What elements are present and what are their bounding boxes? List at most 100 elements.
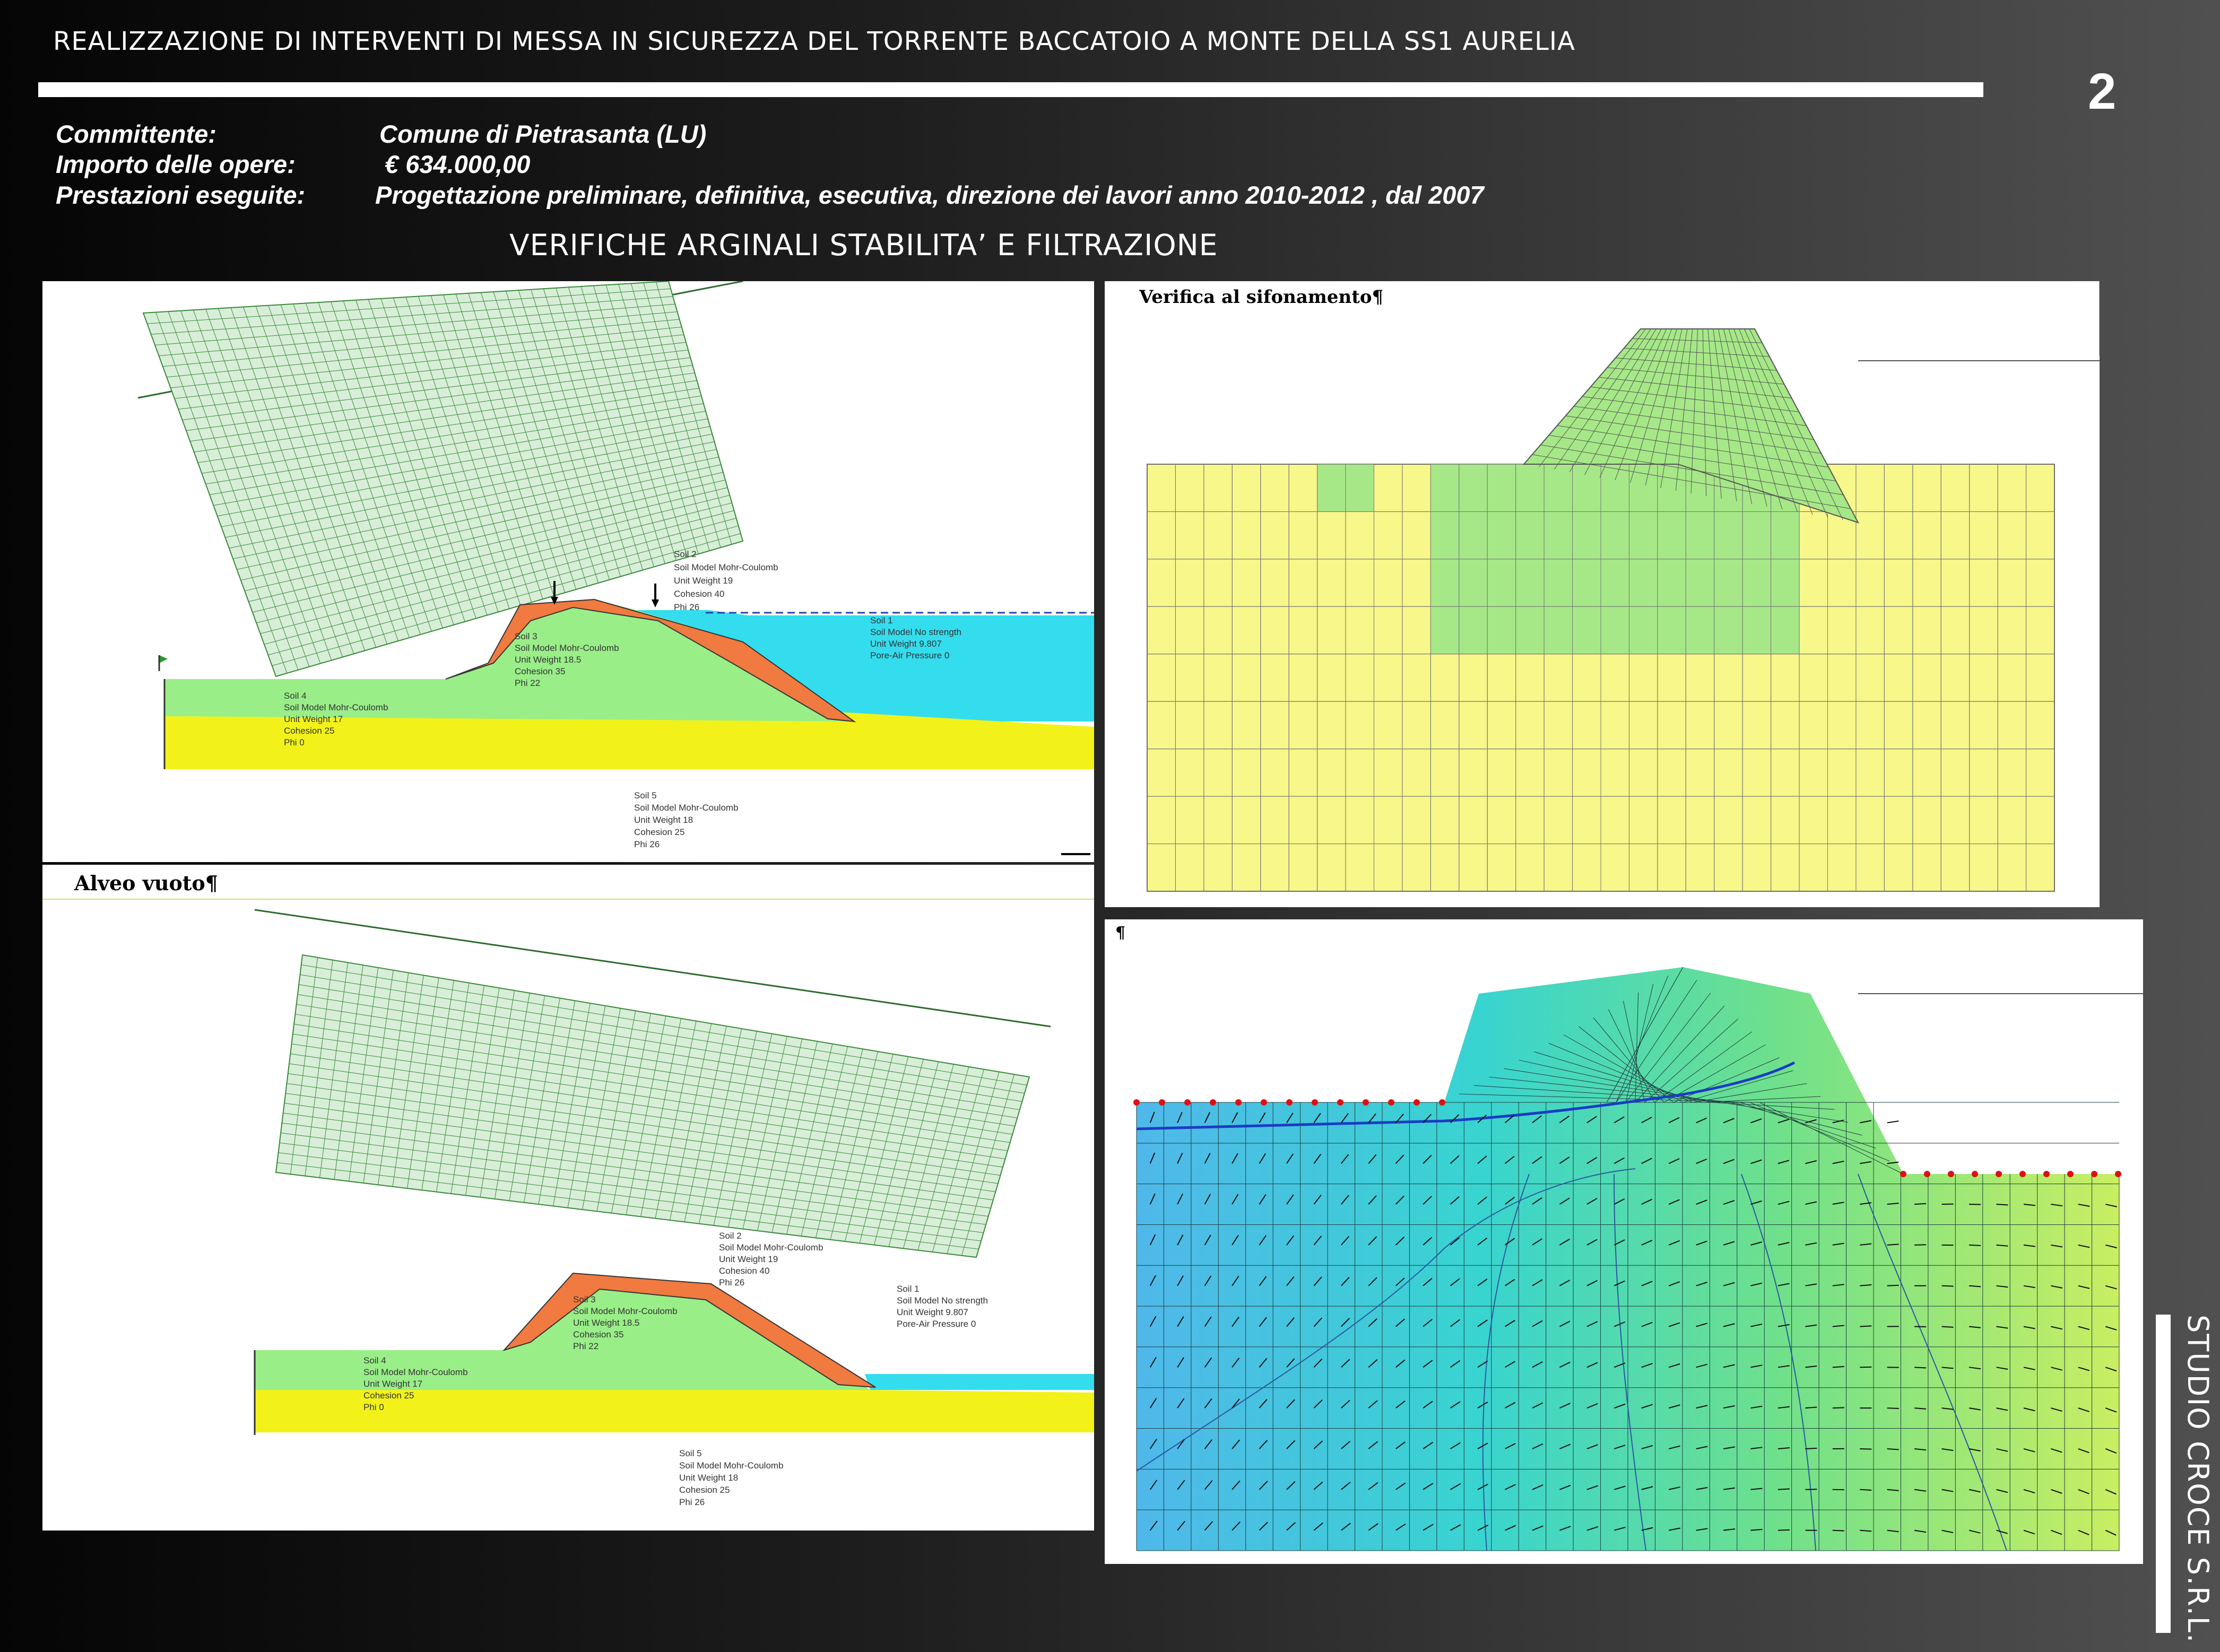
soil5-label-4: Cohesion 25 [634,827,684,837]
svg-text:Unit Weight 9.807: Unit Weight 9.807 [897,1307,968,1317]
soil4-label-1: Soil 4 [284,691,307,701]
soil2-label-2: Soil Model Mohr-Coulomb [674,562,778,572]
empty-soil2-label-5: Phi 26 [719,1277,744,1288]
svg-text:Unit Weight 19: Unit Weight 19 [674,576,733,586]
water-region-2 [865,1374,1094,1390]
svg-text:Soil Model Mohr-Coulomb: Soil Model Mohr-Coulomb [573,1306,678,1316]
empty-soil2-label-4: Cohesion 40 [719,1266,769,1276]
soil4-label-4: Cohesion 25 [284,726,334,736]
empty-soil4-label-5: Phi 0 [363,1402,384,1412]
empty-soil4-label-1: Soil 4 [363,1355,386,1366]
svg-text:Soil 2: Soil 2 [674,549,697,559]
svg-text:Soil 5: Soil 5 [634,790,657,801]
empty-soil5-label-3: Unit Weight 18 [679,1473,738,1483]
slip-surface-grid-2 [275,954,1030,1258]
svg-text:Unit Weight 18: Unit Weight 18 [634,815,693,825]
soil3-label-5: Phi 22 [515,678,540,688]
svg-text:Cohesion 25: Cohesion 25 [363,1390,414,1401]
soil5-label-5: Phi 26 [634,839,660,849]
svg-text:Soil Model Mohr-Coulomb: Soil Model Mohr-Coulomb [284,702,388,712]
soil3-label-3: Unit Weight 18.5 [515,655,581,665]
svg-text:Cohesion 35: Cohesion 35 [515,666,565,676]
document-title: REALIZZAZIONE DI INTERVENTI DI MESSA IN … [53,27,1575,56]
svg-text:Soil Model Mohr-Coulomb: Soil Model Mohr-Coulomb [515,643,619,653]
svg-text:Soil Model Mohr-Coulomb: Soil Model Mohr-Coulomb [634,803,739,813]
soil4-label-2: Soil Model Mohr-Coulomb [284,702,388,712]
empty-soil3-label-5: Phi 22 [573,1341,599,1351]
seepage-flow-figure [1133,967,2143,1551]
svg-text:Soil 4: Soil 4 [284,691,307,701]
empty-soil1-label-1: Soil 1 [897,1284,920,1294]
svg-text:Soil Model Mohr-Coulomb: Soil Model Mohr-Coulomb [674,562,778,572]
soil2-label-4: Cohesion 40 [674,589,724,599]
empty-soil2-label-1: Soil 2 [719,1231,742,1241]
svg-text:Soil 3: Soil 3 [573,1294,596,1305]
empty-soil5-label-2: Soil Model Mohr-Coulomb [679,1460,784,1471]
svg-text:Soil Model Mohr-Coulomb: Soil Model Mohr-Coulomb [363,1367,468,1377]
soil4-label-3: Unit Weight 17 [284,714,343,724]
svg-text:Soil Model No strength: Soil Model No strength [897,1295,988,1306]
svg-text:Cohesion 35: Cohesion 35 [573,1329,623,1340]
soil3-label-4: Cohesion 35 [515,666,565,676]
svg-text:Phi 26: Phi 26 [674,602,699,612]
empty-soil3-label-3: Unit Weight 18.5 [573,1318,639,1328]
soil5-label-2: Soil Model Mohr-Coulomb [634,803,739,813]
empty-soil4-label-4: Cohesion 25 [363,1390,414,1401]
soil1-label-1: Soil 1 [870,615,893,625]
svg-text:Cohesion 25: Cohesion 25 [284,726,334,736]
svg-text:Soil 1: Soil 1 [870,615,893,625]
empty-soil4-label-2: Soil Model Mohr-Coulomb [363,1367,468,1377]
svg-text:Unit Weight 19: Unit Weight 19 [719,1254,778,1264]
empty-soil1-label-4: Pore-Air Pressure 0 [897,1319,976,1329]
svg-text:Pore-Air Pressure 0: Pore-Air Pressure 0 [870,650,949,660]
amount-value: € 634.000,00 [385,150,531,178]
empty-soil5-label-5: Phi 26 [679,1497,705,1507]
svg-text:Soil 4: Soil 4 [363,1355,386,1366]
soil1-label-4: Pore-Air Pressure 0 [870,650,949,660]
svg-text:Unit Weight 18.5: Unit Weight 18.5 [515,655,581,665]
soil3-label-1: Soil 3 [515,631,537,641]
seepage-flow-panel: ¶ [1105,919,2143,1564]
svg-text:Soil 2: Soil 2 [719,1231,742,1241]
services-value: Progettazione preliminare, definitiva, e… [375,181,1484,209]
seepage-mesh-panel: Verifica al sifonamento¶ [1105,281,2100,907]
empty-soil3-label-2: Soil Model Mohr-Coulomb [573,1306,678,1316]
soil2-label-5: Phi 26 [674,602,699,612]
soil4-label-5: Phi 0 [284,737,305,747]
empty-soil5-label-1: Soil 5 [679,1448,702,1458]
svg-text:Phi 0: Phi 0 [363,1402,384,1412]
soil2-label-3: Unit Weight 19 [674,576,733,586]
svg-text:Soil Model Mohr-Coulomb: Soil Model Mohr-Coulomb [719,1242,823,1253]
svg-text:Phi 26: Phi 26 [679,1497,705,1507]
svg-text:Phi 0: Phi 0 [284,737,305,747]
stability-empty-panel: Alveo vuoto¶ Soil 2 Soil Model Mohr-Coul… [42,865,1094,1531]
empty-soil1-label-2: Soil Model No strength [897,1295,988,1306]
empty-soil4-label-3: Unit Weight 17 [363,1379,422,1389]
svg-text:Unit Weight 9.807: Unit Weight 9.807 [870,639,942,649]
svg-text:Phi 26: Phi 26 [634,839,660,849]
soil3-label-2: Soil Model Mohr-Coulomb [515,643,619,653]
seepage-mesh-figure [1147,281,2100,892]
brand-name: STUDIO CROCE S.R.L. [2181,1315,2215,1644]
amount-label: Importo delle opere: [56,150,296,178]
soil1-label-2: Soil Model No strength [870,627,961,637]
svg-text:Pore-Air Pressure 0: Pore-Air Pressure 0 [897,1319,976,1329]
stability-full-figure: Soil 2 Soil Model Mohr-Coulomb Unit Weig… [137,281,1094,855]
soil2-label-1: Soil 2 [674,549,697,559]
empty-soil3-label-4: Cohesion 35 [573,1329,623,1340]
empty-soil2-label-2: Soil Model Mohr-Coulomb [719,1242,823,1253]
svg-text:Phi 22: Phi 22 [573,1341,599,1351]
stability-full-panel: Soil 2 Soil Model Mohr-Coulomb Unit Weig… [42,281,1094,862]
svg-text:Cohesion 40: Cohesion 40 [719,1266,769,1276]
svg-text:Unit Weight 18.5: Unit Weight 18.5 [573,1318,639,1328]
svg-text:Soil Model No strength: Soil Model No strength [870,627,961,637]
empty-soil1-label-3: Unit Weight 9.807 [897,1307,968,1317]
section-title: VERIFICHE ARGINALI STABILITA’ E FILTRAZI… [509,228,1218,262]
svg-text:Cohesion 25: Cohesion 25 [634,827,684,837]
empty-soil3-label-1: Soil 3 [573,1294,596,1305]
svg-text:Soil 1: Soil 1 [897,1284,920,1294]
finite-element-mesh [1147,328,2055,892]
empty-soil2-label-3: Unit Weight 19 [719,1254,778,1264]
empty-soil5-label-4: Cohesion 25 [679,1485,730,1495]
svg-text:Unit Weight 18: Unit Weight 18 [679,1473,738,1483]
